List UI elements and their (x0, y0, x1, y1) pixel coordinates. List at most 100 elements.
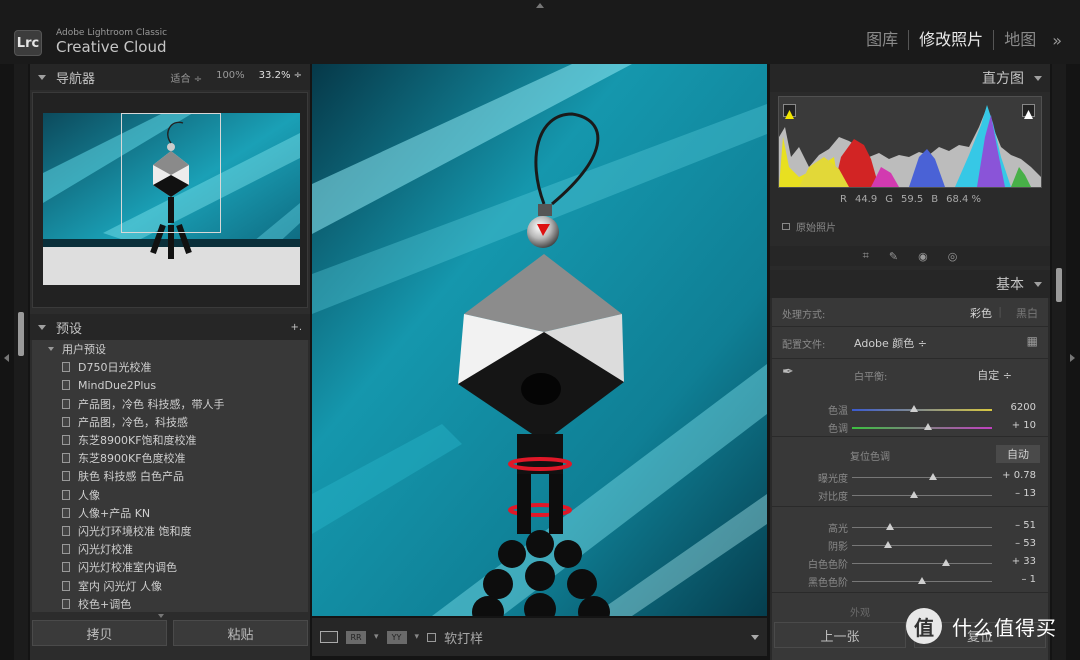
preset-item[interactable]: 闪光灯校准 (32, 540, 308, 558)
slider-thumb[interactable] (885, 523, 894, 530)
preset-item[interactable]: 人像 (32, 486, 308, 504)
preset-item[interactable]: 校色+调色 (32, 595, 308, 612)
toolbar-options-dropdown-icon[interactable] (751, 634, 759, 640)
zoom-custom[interactable]: 33.2% ÷ (259, 70, 302, 85)
slider-value[interactable]: – 1 (1021, 574, 1036, 585)
zoom-100[interactable]: 100% (216, 70, 245, 85)
original-photo-toggle[interactable]: 原始照片 (782, 219, 836, 234)
navigator-thumbnail[interactable] (43, 113, 300, 285)
crop-tool-icon[interactable]: ⌗ (863, 249, 869, 263)
compare-swap-icon[interactable]: YY (386, 630, 407, 644)
basic-header[interactable]: 基本 (770, 270, 1050, 298)
slider-label: 对比度 (818, 492, 848, 503)
slider-track[interactable] (852, 523, 992, 530)
slider-thumb[interactable] (941, 559, 950, 566)
collapse-triangle-icon[interactable] (1034, 75, 1042, 81)
preset-item-label: 产品图，冷色，科技感 (78, 415, 188, 429)
slider-track[interactable] (852, 405, 992, 412)
slider-track[interactable] (852, 559, 992, 566)
add-preset-icon[interactable]: +. (290, 322, 302, 333)
module-map[interactable]: 地图 (994, 30, 1046, 50)
slider-thumb[interactable] (909, 491, 918, 498)
slider-value[interactable]: + 33 (1012, 556, 1036, 567)
preset-item[interactable]: 肤色 科技感 白色产品 (32, 467, 308, 485)
collapse-top-panel-arrow[interactable] (536, 3, 544, 8)
slider-value[interactable]: + 10 (1012, 420, 1036, 431)
slider-thumb[interactable] (884, 541, 893, 548)
preset-folder-user[interactable]: 用户预设 (32, 340, 308, 358)
collapse-left-arrow[interactable] (4, 354, 9, 362)
slider-thumb[interactable] (929, 473, 938, 480)
slider-track[interactable] (852, 473, 992, 480)
slider-track[interactable] (852, 423, 992, 430)
histogram-header[interactable]: 直方图 (770, 64, 1050, 92)
slider-track[interactable] (852, 577, 992, 584)
navigator-view-box[interactable] (121, 113, 221, 233)
before-after-icon[interactable]: RR (346, 630, 366, 644)
slider-track[interactable] (852, 541, 992, 548)
left-panel-edge (14, 64, 28, 660)
right-edge-handle[interactable] (1056, 268, 1062, 302)
preset-item[interactable]: 闪光灯校准室内调色 (32, 558, 308, 576)
slider-thumb[interactable] (923, 423, 932, 430)
module-develop[interactable]: 修改照片 (909, 30, 995, 50)
histogram-graph[interactable] (778, 96, 1042, 188)
left-panel-scroll-handle[interactable] (18, 312, 24, 356)
treatment-bw-option[interactable]: 黑白 (1016, 305, 1038, 321)
white-balance-dropdown[interactable]: 自定 ÷ (977, 367, 1012, 383)
paste-button[interactable]: 粘贴 (173, 620, 308, 646)
slider-value[interactable]: – 51 (1015, 520, 1036, 531)
profile-dropdown[interactable]: Adobe 颜色 ÷ (854, 335, 927, 351)
preset-item[interactable]: 东芝8900KF饱和度校准 (32, 431, 308, 449)
slider-value[interactable]: – 13 (1015, 488, 1036, 499)
more-modules-icon[interactable]: » (1046, 31, 1062, 50)
scroll-down-arrow[interactable] (158, 614, 164, 618)
eyedropper-icon[interactable]: ✒ (782, 364, 794, 380)
preset-items: D750日光校准 MindDue2Plus 产品图，冷色 科技感，带人手产品图，冷色… (32, 358, 308, 612)
soft-proof-checkbox[interactable] (427, 632, 437, 642)
slider-row: 曝光度 + 0.78 (772, 468, 1048, 486)
masking-icon[interactable]: ◎ (948, 250, 958, 263)
highlight-clipping-icon[interactable] (1022, 104, 1035, 119)
b-value: 68.4 % (946, 194, 982, 205)
slider-row: 阴影 – 53 (772, 536, 1048, 554)
copy-button[interactable]: 拷贝 (32, 620, 167, 646)
slider-track[interactable] (852, 491, 992, 498)
preset-item[interactable]: 产品图，冷色 科技感，带人手 (32, 395, 308, 413)
presets-header[interactable]: 预设 +. (30, 314, 310, 340)
slider-value[interactable]: – 53 (1015, 538, 1036, 549)
profile-browser-icon[interactable]: ▦ (1027, 334, 1038, 348)
preset-item[interactable]: D750日光校准 (32, 358, 308, 376)
compare-dropdown-icon[interactable]: ▾ (415, 632, 420, 642)
module-library[interactable]: 图库 (856, 30, 910, 50)
previous-button[interactable]: 上一张 (774, 622, 906, 648)
preset-item[interactable]: 闪光灯环境校准 饱和度 (32, 522, 308, 540)
slider-value[interactable]: + 0.78 (1002, 470, 1036, 481)
spot-removal-icon[interactable]: ✎ (889, 250, 898, 263)
zoom-fit[interactable]: 适合 ÷ (171, 70, 203, 85)
reset-tone-label[interactable]: 复位色调 (850, 448, 890, 463)
collapse-triangle-icon[interactable] (1034, 281, 1042, 287)
slider-thumb[interactable] (918, 577, 926, 584)
photo-canvas[interactable] (312, 64, 767, 616)
shadow-clipping-icon[interactable] (783, 104, 796, 119)
preset-item[interactable]: MindDue2Plus (32, 376, 308, 394)
preset-item[interactable]: 人像+产品 KN (32, 504, 308, 522)
collapse-triangle-icon[interactable] (38, 324, 46, 330)
before-after-dropdown-icon[interactable]: ▾ (374, 632, 379, 642)
collapse-right-arrow[interactable] (1070, 354, 1075, 362)
red-eye-icon[interactable]: ◉ (918, 250, 928, 263)
preset-item[interactable]: 产品图，冷色，科技感 (32, 413, 308, 431)
slider-label: 曝光度 (818, 474, 848, 485)
slider-value[interactable]: 6200 (1011, 402, 1036, 413)
loupe-view-icon[interactable] (320, 631, 338, 643)
collapse-triangle-icon[interactable] (38, 74, 46, 80)
auto-tone-button[interactable]: 自动 (996, 445, 1040, 463)
folder-triangle-icon[interactable] (48, 347, 54, 352)
navigator-header[interactable]: 导航器 适合 ÷ 100% 33.2% ÷ (30, 64, 310, 90)
preset-item[interactable]: 室内 闪光灯 人像 (32, 576, 308, 594)
preset-item[interactable]: 东芝8900KF色度校准 (32, 449, 308, 467)
treatment-color-option[interactable]: 彩色 (970, 305, 992, 321)
g-label: G (885, 194, 893, 205)
slider-thumb[interactable] (909, 405, 918, 412)
